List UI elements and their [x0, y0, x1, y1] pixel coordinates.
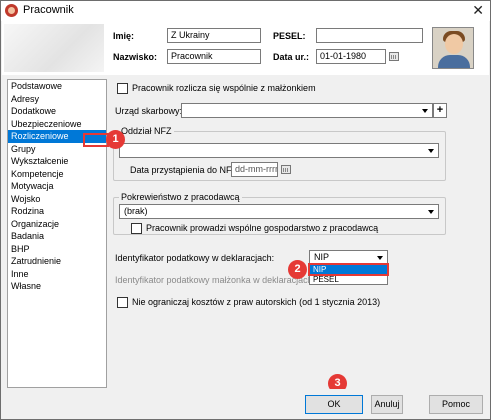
imie-label: Imię:: [113, 31, 135, 41]
nfz-date-field[interactable]: dd-mm-rrrr: [231, 162, 278, 177]
calendar-icon[interactable]: [389, 52, 399, 61]
gospodarstwo-checkbox[interactable]: [131, 223, 142, 234]
pokrewienstwo-value: (brak): [124, 206, 148, 216]
sidebar-item-rozliczeniowe[interactable]: Rozliczeniowe: [8, 130, 106, 143]
sidebar-item-zatrudnienie[interactable]: Zatrudnienie: [8, 255, 106, 268]
sidebar-item-wykształcenie[interactable]: Wykształcenie: [8, 155, 106, 168]
identyfikator-value: NIP: [314, 252, 330, 262]
header-decoration: [4, 24, 104, 72]
close-icon[interactable]: ✕: [472, 2, 484, 19]
identyfikator-label: Identyfikator podatkowy w deklaracjach:: [115, 253, 275, 263]
data-ur-label: Data ur.:: [273, 52, 310, 62]
ok-button[interactable]: OK: [305, 395, 363, 414]
sidebar-item-dodatkowe[interactable]: Dodatkowe: [8, 105, 106, 118]
avatar[interactable]: [432, 27, 474, 69]
koszty-checkbox[interactable]: [117, 297, 128, 308]
sidebar-item-motywacja[interactable]: Motywacja: [8, 180, 106, 193]
imie-field[interactable]: Z Ukrainy: [167, 28, 261, 43]
employee-header: Imię: Z Ukrainy Nazwisko: Pracownik PESE…: [2, 21, 489, 75]
title-bar: Pracownik ✕: [1, 1, 490, 21]
chevron-down-icon: [422, 109, 428, 113]
sidebar-item-organizacje[interactable]: Organizacje: [8, 218, 106, 231]
window-title: Pracownik: [23, 4, 74, 16]
sidebar-item-podstawowe[interactable]: Podstawowe: [8, 80, 106, 93]
pesel-field[interactable]: [316, 28, 423, 43]
nazwisko-label: Nazwisko:: [113, 52, 158, 62]
cancel-button[interactable]: Anuluj: [371, 395, 403, 414]
sidebar-item-badania[interactable]: Badania: [8, 230, 106, 243]
gospodarstwo-label: Pracownik prowadzi wspólne gospodarstwo …: [146, 223, 379, 233]
step-badge-2: 2: [288, 260, 307, 279]
data-ur-field[interactable]: 01-01-1980: [316, 49, 386, 64]
pracownik-dialog: Pracownik ✕ Imię: Z Ukrainy Nazwisko: Pr…: [0, 0, 491, 420]
identyfikator-option-nip[interactable]: NIP: [310, 265, 387, 275]
urzad-dropdown[interactable]: [181, 103, 433, 118]
section-list: Podstawowe Adresy Dodatkowe Ubezpieczeniowe…: [7, 79, 107, 388]
add-urzad-button[interactable]: +: [433, 103, 447, 118]
sidebar-item-rodzina[interactable]: Rodzina: [8, 205, 106, 218]
sidebar-item-bhp[interactable]: BHP: [8, 243, 106, 256]
nfz-dropdown[interactable]: [119, 143, 439, 158]
rozlicza-label: Pracownik rozlicza się wspólnie z małżon…: [132, 83, 316, 93]
sidebar-item-ubezpieczeniowe[interactable]: Ubezpieczeniowe: [8, 118, 106, 131]
calendar-icon[interactable]: [281, 165, 291, 174]
chevron-down-icon: [428, 210, 434, 214]
identyfikator-option-pesel[interactable]: PESEL: [310, 275, 387, 285]
identyfikator-malzonka-label: Identyfikator podatkowy małżonka w dekla…: [115, 275, 316, 285]
sidebar-item-inne[interactable]: Inne: [8, 268, 106, 281]
sidebar-item-kompetencje[interactable]: Kompetencje: [8, 168, 106, 181]
pokrewienstwo-dropdown[interactable]: (brak): [119, 204, 439, 219]
help-button[interactable]: Pomoc: [429, 395, 483, 414]
koszty-label: Nie ograniczaj kosztów z praw autorskich…: [132, 297, 381, 307]
rozlicza-checkbox[interactable]: [117, 83, 128, 94]
sidebar-item-wojsko[interactable]: Wojsko: [8, 193, 106, 206]
sidebar-item-adresy[interactable]: Adresy: [8, 93, 106, 106]
sidebar-item-grupy[interactable]: Grupy: [8, 143, 106, 156]
step-badge-1: 1: [106, 130, 125, 149]
nazwisko-field[interactable]: Pracownik: [167, 49, 261, 64]
pesel-label: PESEL:: [273, 31, 306, 41]
chevron-down-icon: [428, 149, 434, 153]
pokrewienstwo-group-title: Pokrewieństwo z pracodawcą: [119, 192, 242, 202]
identyfikator-dropdown[interactable]: NIP: [309, 250, 388, 265]
identyfikator-options-list: NIP PESEL: [309, 264, 388, 285]
dialog-footer: OK Anuluj Pomoc: [2, 389, 489, 419]
chevron-down-icon: [377, 256, 383, 260]
sidebar-item-własne[interactable]: Własne: [8, 280, 106, 293]
nfz-group-title: Oddział NFZ: [119, 126, 174, 136]
urzad-label: Urząd skarbowy:: [115, 106, 183, 116]
nfz-date-label: Data przystąpienia do NFZ:: [130, 165, 240, 175]
app-icon: [5, 4, 18, 17]
